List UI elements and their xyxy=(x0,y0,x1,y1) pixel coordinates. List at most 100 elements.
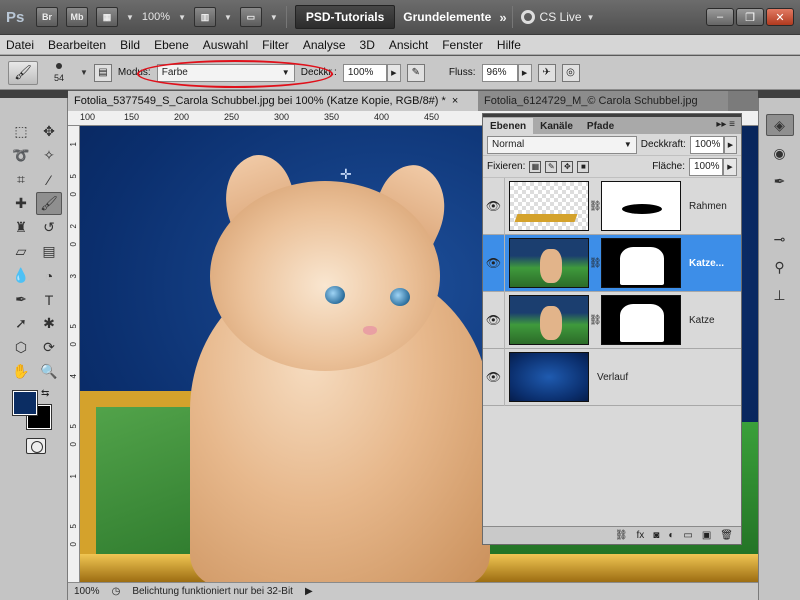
delete-layer-icon[interactable]: 🗑 xyxy=(720,530,733,541)
lock-pixels-icon[interactable]: ✎ xyxy=(545,160,558,173)
menu-analyse[interactable]: Analyse xyxy=(303,38,346,52)
airbrush-button[interactable]: ✈ xyxy=(537,63,556,82)
history-brush-tool[interactable]: ↺ xyxy=(36,216,62,239)
move-tool[interactable]: ✥ xyxy=(36,120,62,143)
menu-bild[interactable]: Bild xyxy=(120,38,140,52)
visibility-eye-icon[interactable]: 👁 xyxy=(483,291,505,349)
tab-katze-document[interactable]: Fotolia_5377549_S_Carola Schubbel.jpg be… xyxy=(68,91,478,111)
link-layers-icon[interactable]: ⛓ xyxy=(615,530,628,541)
dodge-tool[interactable]: ◔ xyxy=(36,264,62,287)
layer-opacity-input[interactable]: 100% xyxy=(689,135,724,154)
flow-input[interactable]: 96% xyxy=(481,63,518,82)
layer-mask-thumbnail[interactable] xyxy=(601,181,681,231)
channels-panel-icon[interactable]: ◉ xyxy=(766,142,794,164)
minimize-button[interactable]: – xyxy=(706,8,734,26)
link-mask-icon[interactable]: ⛓ xyxy=(589,315,602,326)
eyedropper-tool[interactable]: ⁄ xyxy=(36,168,62,191)
blend-mode-select[interactable]: Normal ▼ xyxy=(487,135,637,154)
tab-ebenen[interactable]: Ebenen xyxy=(483,118,534,134)
chevron-down-icon[interactable]: ▼ xyxy=(178,13,186,22)
link-mask-icon[interactable]: ⛓ xyxy=(589,201,602,212)
menu-fenster[interactable]: Fenster xyxy=(442,38,483,52)
layer-verlauf[interactable]: 👁 Verlauf xyxy=(483,348,741,406)
healing-brush-tool[interactable]: ✚ xyxy=(8,192,34,215)
menu-bearbeiten[interactable]: Bearbeiten xyxy=(48,38,106,52)
new-group-icon[interactable]: ▭ xyxy=(683,530,692,541)
quick-mask-button[interactable] xyxy=(26,438,46,454)
dock-collapse-strip[interactable] xyxy=(758,90,800,98)
fill-slider-button[interactable]: ▶ xyxy=(723,157,737,176)
visibility-eye-icon[interactable]: 👁 xyxy=(483,234,505,292)
brush-panel-toggle-button[interactable]: ▤ xyxy=(93,63,112,82)
bridge-button[interactable]: Br xyxy=(36,7,58,27)
layer-style-icon[interactable]: fx xyxy=(637,530,645,541)
status-info-icon[interactable]: ◷ xyxy=(112,586,121,597)
fill-input[interactable]: 100% xyxy=(689,157,723,176)
mode-select[interactable]: Farbe ▼ xyxy=(156,63,295,82)
close-tab-icon[interactable]: × xyxy=(452,95,458,107)
3d-orbit-tool[interactable]: ⟳ xyxy=(36,336,62,359)
add-mask-icon[interactable]: ◙ xyxy=(653,530,659,541)
zoom-tool[interactable]: 🔍 xyxy=(36,360,62,383)
path-selection-tool[interactable]: ➚ xyxy=(8,312,34,335)
tool-preset-picker[interactable]: 🖌 xyxy=(8,60,38,85)
menu-filter[interactable]: Filter xyxy=(262,38,289,52)
screen-mode-button[interactable]: ▭ xyxy=(239,7,262,27)
shape-tool[interactable]: ✱ xyxy=(36,312,62,335)
brush-panel-icon[interactable]: ⚲ xyxy=(766,256,794,278)
blur-tool[interactable]: 💧 xyxy=(8,264,34,287)
eraser-tool[interactable]: ▱ xyxy=(8,240,34,263)
chevron-down-icon[interactable]: ▼ xyxy=(270,13,278,22)
chevron-down-icon[interactable]: ▼ xyxy=(224,13,232,22)
opacity-input[interactable]: 100% xyxy=(342,63,387,82)
close-button[interactable]: ✕ xyxy=(766,8,794,26)
zoom-level[interactable]: 100% xyxy=(142,11,170,23)
chevron-down-icon[interactable]: ▼ xyxy=(126,13,134,22)
workspace-psd-tutorials-button[interactable]: PSD-Tutorials xyxy=(294,5,396,29)
pen-tool[interactable]: ✒ xyxy=(8,288,34,311)
foreground-color-swatch[interactable] xyxy=(12,390,38,416)
pressure-opacity-button[interactable]: ✎ xyxy=(406,63,425,82)
arrange-documents-button[interactable]: ▥ xyxy=(193,7,216,27)
maximize-button[interactable]: ❐ xyxy=(736,8,764,26)
3d-rotate-tool[interactable]: ⬡ xyxy=(8,336,34,359)
layer-katze[interactable]: 👁 ⛓ Katze xyxy=(483,291,741,349)
type-tool[interactable]: T xyxy=(36,288,62,311)
clone-source-icon[interactable]: ⊥ xyxy=(766,284,794,306)
visibility-eye-icon[interactable]: 👁 xyxy=(483,177,505,235)
crop-tool[interactable]: ⌗ xyxy=(8,168,34,191)
clone-stamp-tool[interactable]: ♜ xyxy=(8,216,34,239)
layer-rahmen[interactable]: 👁 ⛓ Rahmen xyxy=(483,177,741,235)
tools-collapse-strip[interactable] xyxy=(0,90,68,98)
menu-datei[interactable]: Datei xyxy=(6,38,34,52)
swap-colors-icon[interactable]: ⇆ xyxy=(41,388,49,399)
link-mask-icon[interactable]: ⛓ xyxy=(589,258,602,269)
gradient-tool[interactable]: ▤ xyxy=(36,240,62,263)
layer-opacity-slider-button[interactable]: ▶ xyxy=(723,135,737,154)
brush-presets-icon[interactable]: ⊸ xyxy=(766,228,794,250)
chevron-down-icon[interactable]: ▼ xyxy=(80,68,88,77)
menu-auswahl[interactable]: Auswahl xyxy=(203,38,248,52)
visibility-eye-icon[interactable]: 👁 xyxy=(483,348,505,406)
cs-live-button[interactable]: CS Live ▼ xyxy=(520,10,595,24)
paths-panel-icon[interactable]: ✒ xyxy=(766,170,794,192)
brush-tool[interactable]: 🖌 xyxy=(36,192,62,215)
lasso-tool[interactable]: ➰ xyxy=(8,144,34,167)
menu-3d[interactable]: 3D xyxy=(360,38,375,52)
pressure-size-button[interactable]: ◎ xyxy=(561,63,580,82)
brush-preset-picker[interactable]: 54 xyxy=(44,62,74,83)
flow-slider-button[interactable]: ▶ xyxy=(517,63,532,82)
minibridge-button[interactable]: Mb xyxy=(66,7,88,27)
layer-katze-kopie[interactable]: 👁 ⛓ Katze... xyxy=(483,234,741,292)
menu-ebene[interactable]: Ebene xyxy=(154,38,189,52)
lock-transparency-icon[interactable]: ▦ xyxy=(529,160,542,173)
panel-menu-icon[interactable]: ▸▸ ≡ xyxy=(716,119,735,130)
tab-kanaele[interactable]: Kanäle xyxy=(533,118,580,134)
tab-rahmen-document[interactable]: Fotolia_6124729_M_© Carola Schubbel.jpg xyxy=(478,91,728,111)
view-extras-button[interactable]: ▦ xyxy=(96,7,118,27)
new-layer-icon[interactable]: ▣ xyxy=(702,530,711,541)
adjustment-layer-icon[interactable]: ◐ xyxy=(668,530,674,541)
menu-hilfe[interactable]: Hilfe xyxy=(497,38,521,52)
hand-tool[interactable]: ✋ xyxy=(8,360,34,383)
layers-panel-icon[interactable]: ◈ xyxy=(765,114,794,136)
